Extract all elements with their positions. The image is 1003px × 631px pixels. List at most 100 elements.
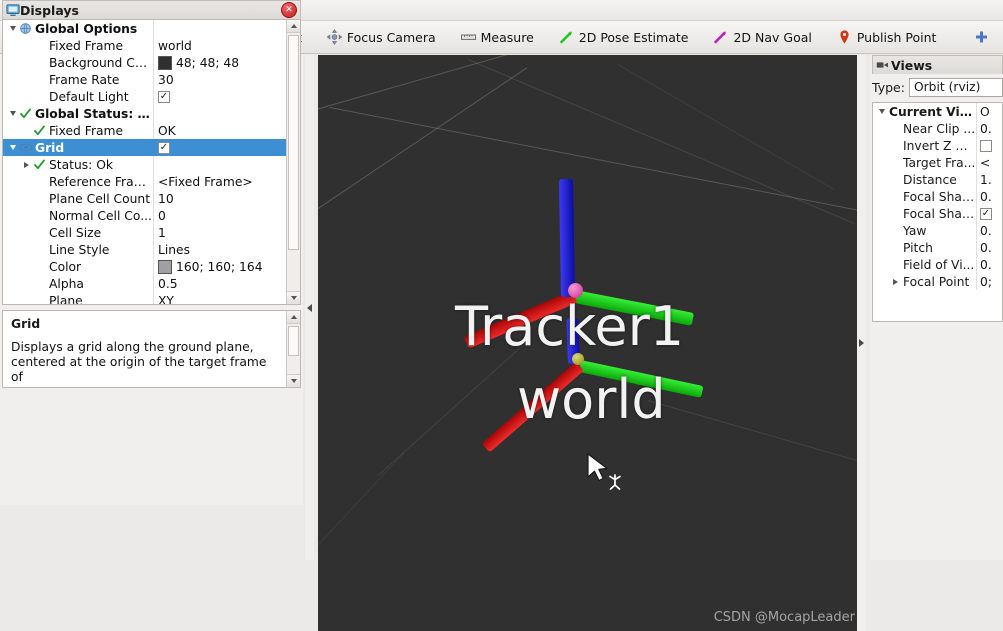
views-tree[interactable]: Current View O Near Clip ... 0. Invert Z Axi…: [872, 102, 1003, 322]
display-row-value[interactable]: XY: [153, 292, 288, 304]
display-row-grid[interactable]: Grid ✓: [3, 139, 288, 156]
views-row-target-fra[interactable]: Target Fra... <: [873, 154, 1002, 171]
tool-measure[interactable]: Measure: [450, 24, 544, 51]
views-row-current-view[interactable]: Current View O: [873, 103, 1002, 120]
display-row-normal-cell-co[interactable]: Normal Cell Co... 0: [3, 207, 288, 224]
display-row-value[interactable]: [153, 20, 288, 37]
monitor-icon: [6, 4, 20, 16]
views-row-value[interactable]: O: [976, 103, 1002, 120]
display-row-value[interactable]: [153, 105, 288, 122]
rviz-window: File Panels Help Interact Move Camera: [0, 0, 1003, 631]
display-row-value[interactable]: ✓: [153, 139, 288, 156]
display-row-global-options[interactable]: Global Options: [3, 20, 288, 37]
views-row-value[interactable]: [976, 137, 1002, 154]
display-row-value[interactable]: 160; 160; 164: [153, 258, 288, 275]
display-value-text: OK: [158, 123, 176, 138]
display-row-global-status-ok[interactable]: Global Status: Ok: [3, 105, 288, 122]
right-panel-splitter[interactable]: [857, 55, 866, 631]
displays-vertical-scrollbar[interactable]: [286, 20, 300, 304]
display-row-value[interactable]: 30: [153, 71, 288, 88]
views-row-focal-shap[interactable]: Focal Shap... ✓: [873, 205, 1002, 222]
display-row-value[interactable]: ✓: [153, 88, 288, 105]
views-row-value[interactable]: 0.: [976, 239, 1002, 256]
display-row-value[interactable]: [153, 156, 288, 173]
tool-2d-nav-goal[interactable]: 2D Nav Goal: [702, 24, 821, 51]
3d-render-view[interactable]: Tracker1 world CSDN @MocapLeader: [318, 55, 861, 631]
display-row-alpha[interactable]: Alpha 0.5: [3, 275, 288, 292]
tool-add-display[interactable]: [967, 25, 996, 50]
display-value-text: Lines: [158, 242, 191, 257]
checkbox-unchecked[interactable]: [980, 139, 992, 152]
display-row-value[interactable]: 1: [153, 224, 288, 241]
display-row-plane[interactable]: Plane XY: [3, 292, 288, 304]
tool-publish-point[interactable]: Publish Point: [826, 24, 947, 51]
views-row-value[interactable]: 0.: [976, 222, 1002, 239]
views-row-field-of-vi[interactable]: Field of Vi... 0.: [873, 256, 1002, 273]
views-row-invert-z-axis[interactable]: Invert Z Axis: [873, 137, 1002, 154]
view-type-combobox[interactable]: Orbit (rviz): [908, 77, 1003, 97]
scroll-thumb[interactable]: [288, 35, 299, 250]
tool-2d-pose-estimate[interactable]: 2D Pose Estimate: [548, 24, 699, 51]
views-row-near-clip[interactable]: Near Clip ... 0.: [873, 120, 1002, 137]
views-row-value[interactable]: 0.: [976, 120, 1002, 137]
display-row-value[interactable]: 0.5: [153, 275, 288, 292]
views-row-value[interactable]: 0;: [976, 273, 1002, 290]
display-row-value[interactable]: OK: [153, 122, 288, 139]
color-swatch[interactable]: [158, 259, 172, 274]
display-row-label: Fixed Frame: [49, 38, 124, 53]
views-row-value[interactable]: 0.: [976, 188, 1002, 205]
chevron-right-icon[interactable]: [21, 161, 32, 168]
display-row-default-light[interactable]: Default Light ✓: [3, 88, 288, 105]
desc-scroll-down-button[interactable]: [287, 374, 300, 387]
grid-line: [318, 452, 405, 556]
chevron-down-icon[interactable]: [876, 109, 887, 114]
display-row-value[interactable]: Lines: [153, 241, 288, 258]
display-row-cell-size[interactable]: Cell Size 1: [3, 224, 288, 241]
views-row-value[interactable]: 0.: [976, 256, 1002, 273]
checkbox-checked[interactable]: ✓: [158, 141, 170, 154]
views-row-pitch[interactable]: Pitch 0.: [873, 239, 1002, 256]
display-row-label: Cell Size: [49, 225, 102, 240]
display-row-line-style[interactable]: Line Style Lines: [3, 241, 288, 258]
displays-close-button[interactable]: ✕: [281, 2, 297, 18]
tool-focus-camera[interactable]: Focus Camera: [316, 24, 446, 51]
checkbox-checked[interactable]: ✓: [980, 207, 992, 220]
display-row-value[interactable]: world: [153, 37, 288, 54]
display-row-color[interactable]: Color 160; 160; 164: [3, 258, 288, 275]
chevron-down-icon[interactable]: [7, 145, 18, 150]
left-panel-splitter[interactable]: [305, 55, 314, 560]
chevron-right-icon[interactable]: [890, 278, 901, 285]
chevron-down-icon[interactable]: [7, 26, 18, 31]
display-row-fixed-frame[interactable]: Fixed Frame OK: [3, 122, 288, 139]
display-row-frame-rate[interactable]: Frame Rate 30: [3, 71, 288, 88]
checkbox-checked[interactable]: ✓: [158, 90, 170, 103]
display-row-fixed-frame[interactable]: Fixed Frame world: [3, 37, 288, 54]
views-row-value[interactable]: 1.: [976, 171, 1002, 188]
display-row-plane-cell-count[interactable]: Plane Cell Count 10: [3, 190, 288, 207]
views-row-value[interactable]: <: [976, 154, 1002, 171]
description-vertical-scrollbar[interactable]: [286, 311, 300, 387]
views-row-value[interactable]: ✓: [976, 205, 1002, 222]
views-row-focal-point[interactable]: Focal Point 0;: [873, 273, 1002, 290]
check-icon: [20, 108, 31, 119]
views-row-yaw[interactable]: Yaw 0.: [873, 222, 1002, 239]
display-row-reference-frame[interactable]: Reference Frame <Fixed Frame>: [3, 173, 288, 190]
display-row-background-color[interactable]: Background Color 48; 48; 48: [3, 54, 288, 71]
display-row-value[interactable]: 10: [153, 190, 288, 207]
color-swatch[interactable]: [158, 55, 172, 70]
desc-scroll-up-button[interactable]: [287, 311, 300, 324]
views-value-text: O: [980, 104, 990, 119]
chevron-down-icon[interactable]: [7, 111, 18, 116]
display-row-value[interactable]: 0: [153, 207, 288, 224]
displays-tree[interactable]: Global Options Fixed Frame world Background…: [2, 19, 301, 305]
scroll-up-button[interactable]: [287, 20, 300, 33]
scroll-down-button[interactable]: [287, 291, 300, 304]
display-row-status-ok[interactable]: Status: Ok: [3, 156, 288, 173]
views-row-focal-shap[interactable]: Focal Shap... 0.: [873, 188, 1002, 205]
display-row-value[interactable]: <Fixed Frame>: [153, 173, 288, 190]
views-row-distance[interactable]: Distance 1.: [873, 171, 1002, 188]
display-row-value[interactable]: 48; 48; 48: [153, 54, 288, 71]
tool-publish-point-label: Publish Point: [856, 29, 937, 45]
desc-scroll-thumb[interactable]: [288, 326, 299, 356]
collapse-right-icon: [859, 339, 864, 347]
